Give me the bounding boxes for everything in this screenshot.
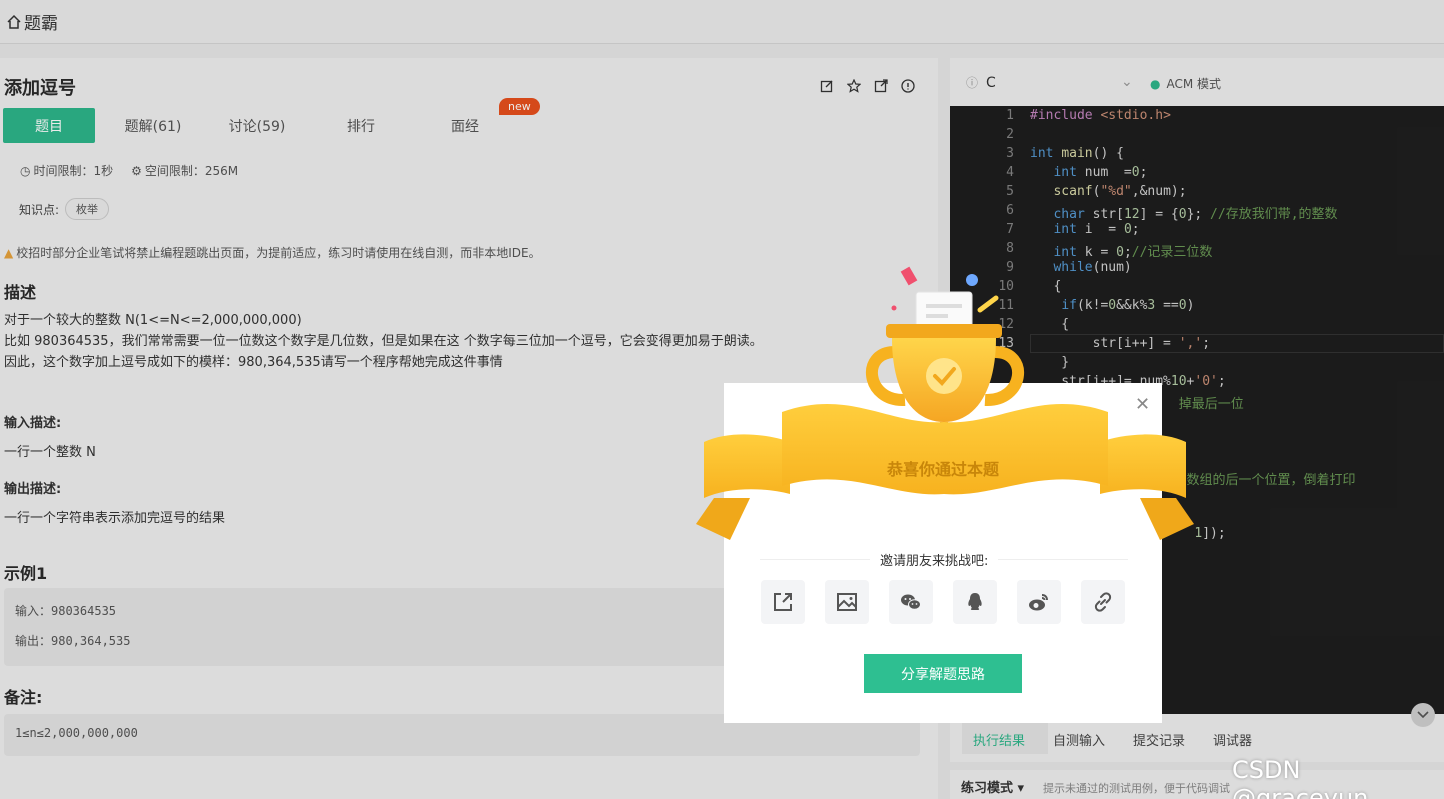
line-number: 1 [1006,108,1014,123]
congrats-text: 恭喜你通过本题 [886,460,999,479]
warning-text: 校招时部分企业笔试将禁止编程题跳出页面，为提前适应，练习时请使用在线自测，而非本… [16,246,541,260]
top-bar: 题霸 [0,0,1444,44]
problem-tabs: 题目 题解(61) 讨论(59) 排行 面经 [3,108,517,143]
chevron-down-icon [1417,711,1429,719]
language-value: C [986,74,996,91]
invite-text: 邀请朋友来挑战吧: [870,550,999,569]
collapse-button[interactable] [1411,703,1435,727]
home-icon[interactable] [6,14,22,30]
example-heading: 示例1 [4,564,48,583]
problem-title: 添加逗号 [4,78,76,99]
external-share-icon[interactable] [761,580,805,624]
weibo-icon[interactable] [1017,580,1061,624]
code-line: int i = 0; [1053,222,1140,237]
chevron-down-icon: ⌄ [1121,74,1133,90]
time-limit: 时间限制：1秒 [33,164,114,178]
title-actions [820,78,915,93]
watermark: CSDN @graceyun [1232,756,1369,799]
limits-row: ◷ 时间限制：1秒 ⚙ 空间限制：256M [20,162,238,179]
input-text: 一行一个整数 N [4,445,96,460]
share-row [761,580,1125,624]
code-line: scanf("%d",&num); [1053,184,1187,199]
line-number: 5 [1006,184,1014,199]
code-line: char str[12] = {0}; //存放我们带,的整数 [1053,207,1338,222]
mode-label: ACM 模式 [1166,77,1222,91]
status-dot-icon: ● [1150,77,1161,91]
knowledge-tag[interactable]: 枚举 [65,198,110,220]
output-heading: 输出描述: [4,482,62,497]
trophy-illustration [696,266,1194,540]
acm-mode[interactable]: ● ACM 模式 [1150,75,1221,92]
tab-problem[interactable]: 题目 [3,108,95,143]
new-badge: new [499,98,540,115]
line-number: 6 [1006,203,1014,218]
star-icon[interactable] [846,78,862,93]
link-icon[interactable] [1081,580,1125,624]
tab-discussion[interactable]: 讨论(59) [205,108,309,143]
knowledge-label: 知识点: [19,202,60,217]
editor-toolbar: ⓘ C ⌄ ● ACM 模式 [950,58,1444,106]
line-number: 7 [1006,222,1014,237]
example-input: 输入：980364535 [15,604,117,618]
line-number: 2 [1006,127,1014,142]
space-limit: 空间限制：256M [144,164,239,178]
code-line: int main() { [1030,146,1124,161]
line-number: 3 [1006,146,1014,161]
code-line: int k = 0;//记录三位数 [1053,245,1213,260]
info-circle-icon: ⓘ [966,76,979,90]
practice-mode-label: 练习模式 [961,781,1014,796]
description-body: 对于一个较大的整数 N(1<=N<=2,000,000,000) 比如 9803… [4,310,763,373]
image-icon[interactable] [825,580,869,624]
share-solution-button[interactable]: 分享解题思路 [864,654,1022,693]
output-text: 一行一个字符串表示添加完逗号的结果 [4,511,226,526]
edit-icon[interactable] [820,78,834,93]
warning-notice: ▲ 校招时部分企业笔试将禁止编程题跳出页面，为提前适应，练习时请使用在线自测，而非… [4,244,541,261]
language-select[interactable]: ⓘ C ⌄ [966,74,1133,91]
code-line: #include <stdio.h> [1030,108,1171,123]
description-line: 因此，这个数字加上逗号成如下的模样：980,364,535请写一个程序帮她完成这… [4,355,503,370]
input-heading: 输入描述: [4,416,62,431]
brand-title[interactable]: 题霸 [24,9,58,34]
description-heading: 描述 [4,283,37,302]
tab-self-test[interactable]: 自测输入 [1053,730,1105,749]
qq-icon[interactable] [953,580,997,624]
line-number: 4 [1006,165,1014,180]
note-heading: 备注: [4,688,43,707]
knowledge-points: 知识点: 枚举 [19,198,110,220]
chip-icon: ⚙ [131,164,142,178]
practice-hint: 提示未通过的测试用例，便于代码调试 [1043,782,1230,795]
warning-icon: ▲ [4,246,14,260]
code-line: int num =0; [1053,165,1148,180]
clock-icon: ◷ [20,164,31,178]
info-icon[interactable] [901,78,915,93]
close-icon[interactable]: ✕ [1135,394,1153,415]
tab-solutions[interactable]: 题解(61) [101,108,205,143]
share-out-icon[interactable] [874,78,888,93]
tab-debugger[interactable]: 调试器 [1213,730,1252,749]
example-output: 输出：980,364,535 [15,634,131,648]
tab-ranking[interactable]: 排行 [309,108,413,143]
practice-mode-select[interactable]: 练习模式 ▾ [961,777,1024,796]
description-line: 对于一个较大的整数 N(1<=N<=2,000,000,000) [4,313,302,328]
wechat-icon[interactable] [889,580,933,624]
tab-submissions[interactable]: 提交记录 [1133,730,1185,749]
tab-run-result[interactable]: 执行结果 [973,730,1025,749]
description-line: 比如 980364535，我们常常需要一位一位数这个数字是几位数，但是如果在这 … [4,334,763,349]
line-number: 8 [1006,241,1014,256]
